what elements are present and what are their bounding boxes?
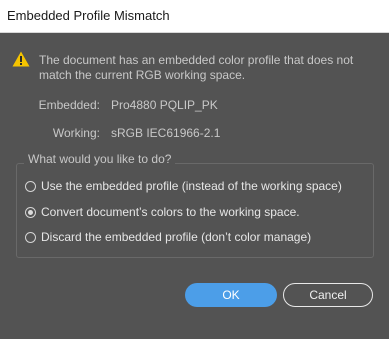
dialog-window: Embedded Profile Mismatch The document h…: [0, 0, 389, 339]
ok-button[interactable]: OK: [185, 283, 277, 307]
embedded-profile-label: Embedded:: [38, 98, 100, 112]
dialog-title: Embedded Profile Mismatch: [7, 8, 170, 23]
radio-convert-colors[interactable]: [25, 206, 36, 218]
options-group-label: What would you like to do?: [24, 152, 176, 166]
title-bar[interactable]: Embedded Profile Mismatch: [0, 0, 389, 33]
option-label: Use the embedded profile (instead of the…: [41, 179, 342, 193]
radio-discard-profile[interactable]: [25, 231, 36, 243]
option-label: Convert document’s colors to the working…: [41, 205, 300, 219]
option-use-embedded-profile[interactable]: Use the embedded profile (instead of the…: [25, 178, 342, 194]
working-profile-label: Working:: [52, 126, 100, 140]
option-convert-colors[interactable]: Convert document’s colors to the working…: [25, 204, 300, 220]
option-discard-profile[interactable]: Discard the embedded profile (don’t colo…: [25, 229, 311, 245]
warning-icon: [12, 51, 30, 67]
embedded-profile-value: Pro4880 PQLIP_PK: [111, 98, 218, 112]
mismatch-message: The document has an embedded color profi…: [39, 53, 354, 82]
cancel-button[interactable]: Cancel: [283, 283, 373, 307]
working-profile-value: sRGB IEC61966-2.1: [111, 126, 221, 140]
option-label: Discard the embedded profile (don’t colo…: [41, 230, 312, 244]
radio-use-embedded[interactable]: [25, 180, 36, 192]
